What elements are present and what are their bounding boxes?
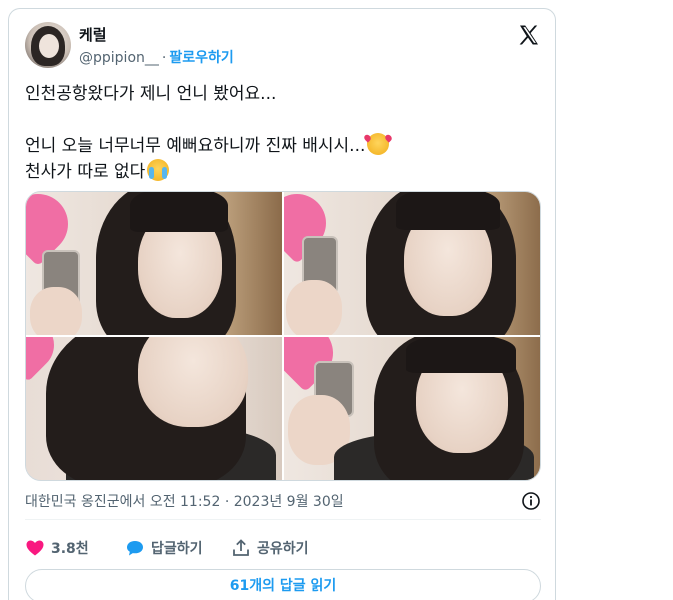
photo-3[interactable] [26,337,282,480]
photo-2[interactable] [284,192,540,335]
speech-bubble-icon [127,541,143,556]
tweet-line-1: 인천공항왔다가 제니 언니 봤어요... [25,84,277,104]
tweet-meta: 대한민국 옹진군에서 오전 11:52 · 2023년 9월 30일 [25,491,541,513]
action-bar: 3.8천 답글하기 공유하기 [25,529,541,565]
separator-dot: · [161,50,167,66]
divider [25,519,541,520]
photo-1[interactable] [26,192,282,335]
tweet-header: 케럴 @ppipion__ · 팔로우하기 [25,21,541,71]
share-button[interactable]: 공유하기 [231,537,309,559]
follow-button[interactable]: 팔로우하기 [169,50,233,66]
share-icon [233,539,249,556]
tweet-line-3: 천사가 따로 없다 [25,162,146,182]
media-grid [25,191,541,481]
reply-button[interactable]: 답글하기 [125,537,203,559]
tweet-card: 케럴 @ppipion__ · 팔로우하기 인천공항왔다가 제니 언니 봤어요...… [8,8,556,600]
info-icon[interactable] [521,491,541,511]
reply-label: 답글하기 [151,541,203,557]
avatar[interactable] [25,22,71,68]
author-handle-row: @ppipion__ · 팔로우하기 [79,47,234,67]
like-button[interactable]: 3.8천 [25,537,89,559]
crying-face-emoji-icon [147,159,170,181]
read-replies-button[interactable]: 61개의 답글 읽기 [25,569,541,600]
tweet-line-2: 언니 오늘 너무너무 예뻐요하니까 진짜 배시시... [25,136,366,156]
author-handle[interactable]: @ppipion__ [79,50,159,66]
photo-4[interactable] [284,337,540,480]
author-display-name[interactable]: 케럴 [79,24,107,45]
like-count: 3.8천 [51,541,89,557]
location-timestamp[interactable]: 대한민국 옹진군에서 오전 11:52 · 2023년 9월 30일 [25,494,344,510]
tweet-text: 인천공항왔다가 제니 언니 봤어요... 언니 오늘 너무너무 예뻐요하니까 진… [25,81,541,185]
share-label: 공유하기 [257,541,309,557]
heart-icon [26,540,44,556]
x-logo-icon[interactable] [517,23,541,47]
smiling-hearts-emoji-icon [367,133,390,155]
